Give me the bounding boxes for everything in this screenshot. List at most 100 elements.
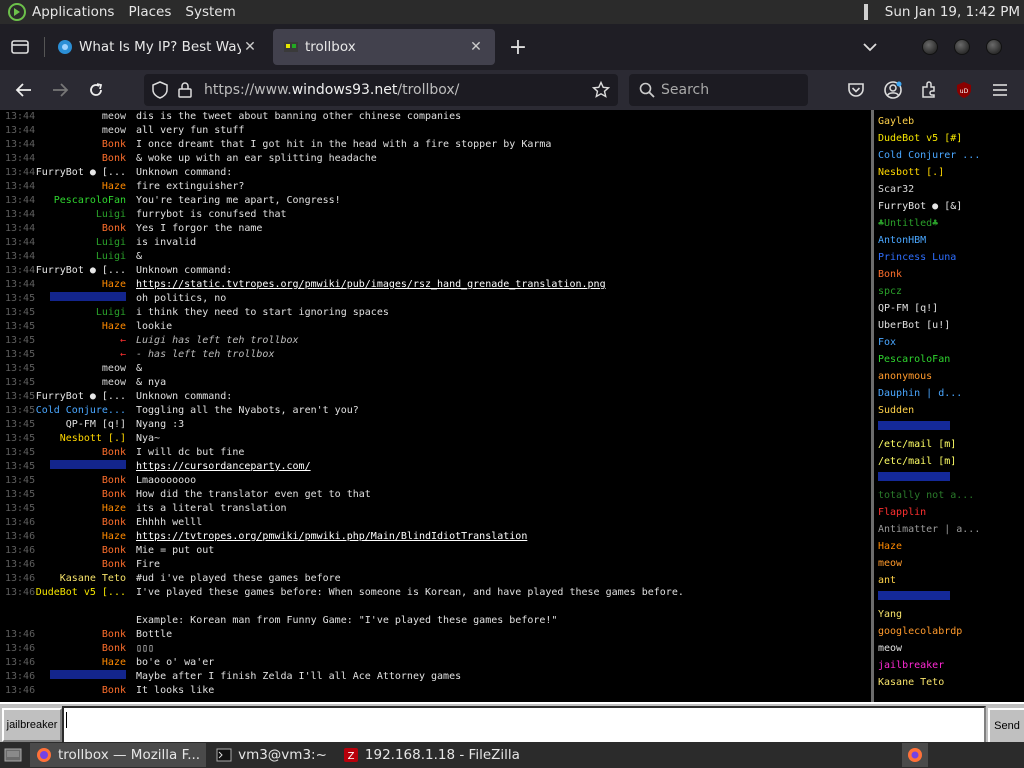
- tab-close-icon[interactable]: ✕: [467, 38, 485, 56]
- message-nick[interactable]: [50, 292, 126, 306]
- message-nick[interactable]: Luigi: [96, 250, 126, 264]
- user-list-item[interactable]: totally not a...: [878, 487, 1020, 504]
- message-nick[interactable]: Bonk: [102, 516, 126, 530]
- user-list-item[interactable]: QP-FM [q!]: [878, 300, 1020, 317]
- minimize-window-icon[interactable]: [922, 39, 938, 55]
- message-nick[interactable]: Haze: [102, 278, 126, 292]
- user-list-item[interactable]: AntonHBM: [878, 232, 1020, 249]
- message-nick[interactable]: Haze: [102, 320, 126, 334]
- user-list-item[interactable]: jailbreaker: [878, 657, 1020, 674]
- message-nick[interactable]: Bonk: [102, 544, 126, 558]
- message-nick[interactable]: Cold Conjure...: [36, 404, 126, 418]
- hamburger-menu-icon[interactable]: [989, 79, 1011, 101]
- address-bar[interactable]: https://www.windows93.net/trollbox/: [144, 74, 618, 106]
- message-nick[interactable]: Bonk: [102, 474, 126, 488]
- user-list-item[interactable]: UberBot [u!]: [878, 317, 1020, 334]
- pocket-icon[interactable]: [845, 79, 867, 101]
- message-nick[interactable]: Bonk: [102, 642, 126, 656]
- user-list-item[interactable]: Cold Conjurer ...: [878, 147, 1020, 164]
- message-nick[interactable]: PescaroloFan: [54, 194, 126, 208]
- nickname-button[interactable]: jailbreaker: [2, 708, 62, 742]
- message-nick[interactable]: QP-FM [q!]: [66, 418, 126, 432]
- user-list-item[interactable]: Haze: [878, 538, 1020, 555]
- user-list-item[interactable]: Nesbott [.]: [878, 164, 1020, 181]
- message-link[interactable]: https://static.tvtropes.org/pmwiki/pub/i…: [136, 278, 606, 292]
- message-nick[interactable]: meow: [102, 362, 126, 376]
- message-nick[interactable]: Bonk: [102, 488, 126, 502]
- message-nick[interactable]: meow: [102, 110, 126, 124]
- account-icon[interactable]: [882, 79, 904, 101]
- menu-places[interactable]: Places: [128, 4, 171, 20]
- message-nick[interactable]: ←: [120, 334, 126, 348]
- search-bar[interactable]: Search: [629, 74, 808, 106]
- power-indicator-icon[interactable]: [863, 4, 877, 20]
- user-list-item[interactable]: [878, 470, 1020, 487]
- user-list-item[interactable]: DudeBot v5 [#]: [878, 130, 1020, 147]
- user-list-item[interactable]: ♣Untitled♣: [878, 215, 1020, 232]
- message-nick[interactable]: Luigi: [96, 236, 126, 250]
- send-button[interactable]: Send: [988, 708, 1024, 742]
- user-list-item[interactable]: googlecolabrdp: [878, 623, 1020, 640]
- message-nick[interactable]: Bonk: [102, 628, 126, 642]
- message-input[interactable]: [62, 706, 986, 744]
- user-list-item[interactable]: Gayleb: [878, 113, 1020, 130]
- message-nick[interactable]: [50, 670, 126, 684]
- user-list-item[interactable]: /etc/mail [m]: [878, 436, 1020, 453]
- message-nick[interactable]: ←: [120, 348, 126, 362]
- workspace-switcher-icon[interactable]: [902, 743, 928, 767]
- message-nick[interactable]: meow: [102, 124, 126, 138]
- tracking-shield-icon[interactable]: [152, 81, 168, 99]
- message-nick[interactable]: [50, 460, 126, 474]
- user-list-item[interactable]: Yang: [878, 606, 1020, 623]
- distro-logo-icon[interactable]: [8, 3, 26, 21]
- back-arrow-icon[interactable]: [8, 74, 40, 106]
- message-nick[interactable]: Nesbott [.]: [60, 432, 126, 446]
- taskbar-item-firefox[interactable]: trollbox — Mozilla F...: [30, 743, 207, 767]
- user-list[interactable]: Gayleb DudeBot v5 [#] Cold Conjurer ... Nes…: [874, 110, 1024, 702]
- user-list-item[interactable]: /etc/mail [m]: [878, 453, 1020, 470]
- chat-log[interactable]: 13:44 meow dis is the tweet about banning …: [0, 110, 871, 702]
- tab-close-icon[interactable]: ✕: [241, 38, 259, 56]
- tab-trollbox[interactable]: trollbox ✕: [273, 29, 495, 65]
- user-list-item[interactable]: meow: [878, 555, 1020, 572]
- user-list-item[interactable]: Bonk: [878, 266, 1020, 283]
- user-list-item[interactable]: anonymous: [878, 368, 1020, 385]
- list-all-tabs-chevron-icon[interactable]: [854, 31, 886, 63]
- message-nick[interactable]: meow: [102, 376, 126, 390]
- message-nick[interactable]: DudeBot v5 [...: [36, 586, 126, 600]
- tab-whatismyip[interactable]: What Is My IP? Best Way To ✕: [47, 29, 269, 65]
- user-list-item[interactable]: Sudden: [878, 402, 1020, 419]
- user-list-item[interactable]: Antimatter | a...: [878, 521, 1020, 538]
- message-nick[interactable]: FurryBot ● [...: [36, 166, 126, 180]
- message-nick[interactable]: Haze: [102, 180, 126, 194]
- reload-icon[interactable]: [80, 74, 112, 106]
- user-list-item[interactable]: ant: [878, 572, 1020, 589]
- message-nick[interactable]: Bonk: [102, 684, 126, 698]
- firefox-view-icon[interactable]: [4, 31, 36, 63]
- message-nick[interactable]: Haze: [102, 656, 126, 670]
- user-list-item[interactable]: meow: [878, 640, 1020, 657]
- user-list-item[interactable]: FurryBot ● [&]: [878, 198, 1020, 215]
- user-list-item[interactable]: Kasane Teto: [878, 674, 1020, 691]
- url-text[interactable]: https://www.windows93.net/trollbox/: [204, 82, 592, 98]
- message-nick[interactable]: Bonk: [102, 558, 126, 572]
- taskbar-item-filezilla[interactable]: Z 192.168.1.18 - FileZilla: [337, 743, 526, 767]
- message-nick[interactable]: Bonk: [102, 138, 126, 152]
- taskbar-item-terminal[interactable]: vm3@vm3:~: [210, 743, 333, 767]
- message-nick[interactable]: FurryBot ● [...: [36, 264, 126, 278]
- new-tab-icon[interactable]: +: [503, 32, 533, 62]
- maximize-window-icon[interactable]: [954, 39, 970, 55]
- message-nick[interactable]: Luigi: [96, 306, 126, 320]
- forward-arrow-icon[interactable]: [44, 74, 76, 106]
- user-list-item[interactable]: spcz: [878, 283, 1020, 300]
- ublock-origin-icon[interactable]: uD: [953, 79, 975, 101]
- message-nick[interactable]: Bonk: [102, 446, 126, 460]
- message-nick[interactable]: Bonk: [102, 152, 126, 166]
- user-list-item[interactable]: [878, 419, 1020, 436]
- panel-clock[interactable]: Sun Jan 19, 1:42 PM: [885, 4, 1020, 20]
- close-window-icon[interactable]: [986, 39, 1002, 55]
- message-link[interactable]: https://cursordanceparty.com/: [136, 460, 311, 474]
- show-desktop-icon[interactable]: [0, 743, 26, 767]
- user-list-item[interactable]: PescaroloFan: [878, 351, 1020, 368]
- message-nick[interactable]: Haze: [102, 502, 126, 516]
